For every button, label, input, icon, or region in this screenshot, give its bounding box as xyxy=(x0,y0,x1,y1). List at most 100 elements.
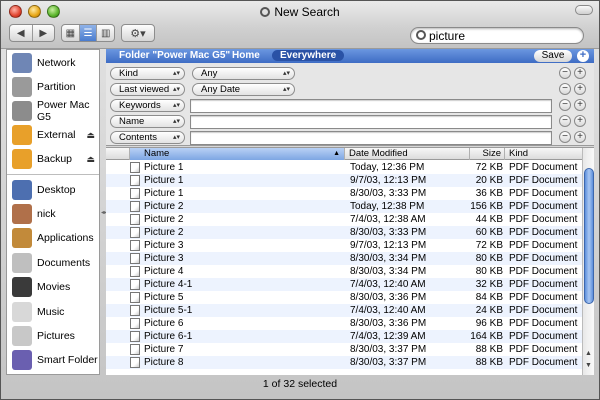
table-row[interactable]: Picture 3 8/30/03, 3:34 PM 80 KB PDF Docume… xyxy=(106,252,582,265)
column-header-size[interactable]: Size xyxy=(470,148,505,160)
table-row[interactable]: Picture 8 8/30/03, 3:37 PM 88 KB PDF Docume… xyxy=(106,356,582,369)
sidebar-item-label: Desktop xyxy=(37,184,76,196)
table-row[interactable]: Picture 6 8/30/03, 3:36 PM 96 KB PDF Docume… xyxy=(106,317,582,330)
cell-date: 7/4/03, 12:39 AM xyxy=(350,331,426,342)
add-criteria-button[interactable]: + xyxy=(577,50,589,62)
search-field[interactable] xyxy=(410,27,584,44)
eject-icon[interactable]: ⏏ xyxy=(86,130,95,141)
table-row[interactable]: Picture 1 8/30/03, 3:33 PM 36 KB PDF Docume… xyxy=(106,187,582,200)
add-criteria-row-button[interactable]: + xyxy=(574,115,586,127)
scrollbar-thumb[interactable] xyxy=(584,168,594,304)
cell-size: 156 KB xyxy=(470,201,503,212)
sidebar-item-partition[interactable]: Partition xyxy=(7,75,99,99)
criteria-attribute-popup[interactable]: Name ▴▾ xyxy=(110,115,185,128)
criteria-row: Keywords ▴▾ − + xyxy=(106,98,594,114)
sidebar-item-nick[interactable]: nick xyxy=(7,202,99,226)
column-header-date[interactable]: Date Modified xyxy=(345,148,470,160)
scope-everywhere[interactable]: Everywhere xyxy=(272,50,345,61)
scroll-down-arrow-icon[interactable]: ▼ xyxy=(583,362,594,369)
action-menu-button[interactable]: ⚙▾ xyxy=(121,24,155,42)
add-criteria-row-button[interactable]: + xyxy=(574,83,586,95)
add-criteria-row-button[interactable]: + xyxy=(574,131,586,143)
criteria-attribute-popup[interactable]: Contents ▴▾ xyxy=(110,131,185,144)
table-row[interactable]: Picture 5-1 7/4/03, 12:40 AM 24 KB PDF Docu… xyxy=(106,304,582,317)
remove-criteria-button[interactable]: − xyxy=(559,115,571,127)
gear-icon: ⚙▾ xyxy=(130,27,146,40)
cell-kind: PDF Document xyxy=(509,188,578,199)
criteria-row: Name ▴▾ − + xyxy=(106,114,594,130)
table-row[interactable]: Picture 2 Today, 12:38 PM 156 KB PDF Docume… xyxy=(106,200,582,213)
sidebar-item-desktop[interactable]: Desktop xyxy=(7,178,99,202)
table-row[interactable]: Picture 7 8/30/03, 3:37 PM 88 KB PDF Docume… xyxy=(106,343,582,356)
table-row[interactable]: Picture 1 Today, 12:36 PM 72 KB PDF Documen… xyxy=(106,161,582,174)
sidebar-item-movies[interactable]: Movies xyxy=(7,275,99,299)
search-icon xyxy=(260,7,271,17)
pdf-file-icon xyxy=(130,331,140,342)
remove-criteria-button[interactable]: − xyxy=(559,99,571,111)
sidebar-item-backup[interactable]: Backup ⏏ xyxy=(7,147,99,171)
cell-name: Picture 5 xyxy=(144,292,184,303)
table-row[interactable]: Picture 4-1 7/4/03, 12:40 AM 32 KB PDF Docu… xyxy=(106,278,582,291)
table-row[interactable]: Picture 3 9/7/03, 12:13 PM 72 KB PDF Docume… xyxy=(106,239,582,252)
sidebar-item-label: Pictures xyxy=(37,330,75,342)
table-row[interactable]: Picture 2 8/30/03, 3:33 PM 60 KB PDF Docume… xyxy=(106,226,582,239)
cell-size: 72 KB xyxy=(475,162,503,173)
cell-name: Picture 6-1 xyxy=(144,331,193,342)
sidebar-item-music[interactable]: Music xyxy=(7,300,99,324)
sidebar-item-smart-folder[interactable]: Smart Folder xyxy=(7,348,99,372)
criteria-text-field[interactable] xyxy=(190,99,552,113)
criteria-attribute-label: Last viewed xyxy=(119,84,170,95)
eject-icon[interactable]: ⏏ xyxy=(86,154,95,165)
toolbar-toggle-button[interactable] xyxy=(575,5,593,15)
back-button[interactable]: ◀ xyxy=(10,25,33,41)
vertical-scrollbar[interactable]: ▲ ▼ xyxy=(582,148,594,375)
search-input[interactable] xyxy=(429,29,579,42)
window-title: New Search xyxy=(1,5,599,19)
table-row[interactable]: Picture 4 8/30/03, 3:34 PM 80 KB PDF Docume… xyxy=(106,265,582,278)
scope-folder[interactable]: Folder "Power Mac G5" xyxy=(119,50,230,61)
sidebar-item-documents[interactable]: Documents xyxy=(7,251,99,275)
cell-size: 96 KB xyxy=(475,318,503,329)
remove-criteria-button[interactable]: − xyxy=(559,131,571,143)
criteria-text-field[interactable] xyxy=(190,115,552,129)
criteria-attribute-popup[interactable]: Kind ▴▾ xyxy=(110,67,185,80)
save-search-button[interactable]: Save xyxy=(534,50,572,62)
cell-kind: PDF Document xyxy=(509,279,578,290)
criteria-value-popup[interactable]: Any Date ▴▾ xyxy=(192,83,295,96)
forward-button[interactable]: ▶ xyxy=(33,25,55,41)
column-header-name[interactable]: Name ▲ xyxy=(130,148,345,160)
pdf-file-icon xyxy=(130,162,140,173)
table-row[interactable]: Picture 2 7/4/03, 12:38 AM 44 KB PDF Docume… xyxy=(106,213,582,226)
results-list: Name ▲ Date Modified Size Kind Picture 1… xyxy=(106,147,594,375)
pdf-file-icon xyxy=(130,305,140,316)
column-view-button[interactable]: ▥ xyxy=(97,25,114,41)
sidebar-item-external[interactable]: External ⏏ xyxy=(7,123,99,147)
list-view-button[interactable]: ☰ xyxy=(79,25,98,41)
scope-home[interactable]: Home xyxy=(232,50,260,61)
criteria-attribute-label: Keywords xyxy=(119,100,161,111)
criteria-value-popup[interactable]: Any ▴▾ xyxy=(192,67,295,80)
cell-name: Picture 3 xyxy=(144,240,184,251)
add-criteria-row-button[interactable]: + xyxy=(574,67,586,79)
criteria-attribute-popup[interactable]: Keywords ▴▾ xyxy=(110,99,185,112)
home-icon xyxy=(12,204,32,224)
table-row[interactable]: Picture 6-1 7/4/03, 12:39 AM 164 KB PDF Doc… xyxy=(106,330,582,343)
sidebar-item-power-mac-g5[interactable]: Power Mac G5 xyxy=(7,99,99,123)
add-criteria-row-button[interactable]: + xyxy=(574,99,586,111)
column-header-kind[interactable]: Kind xyxy=(505,148,582,160)
scroll-up-arrow-icon[interactable]: ▲ xyxy=(583,350,594,357)
remove-criteria-button[interactable]: − xyxy=(559,83,571,95)
column-view-icon: ▥ xyxy=(100,27,111,39)
sidebar-item-applications[interactable]: Applications xyxy=(7,226,99,250)
table-row[interactable]: Picture 5 8/30/03, 3:36 PM 84 KB PDF Docume… xyxy=(106,291,582,304)
table-row[interactable]: Picture 1 9/7/03, 12:13 PM 20 KB PDF Docume… xyxy=(106,174,582,187)
sidebar: Network Partition Power Mac G5 External ⏏ Bac… xyxy=(6,49,100,375)
sidebar-item-pictures[interactable]: Pictures xyxy=(7,324,99,348)
criteria-text-field[interactable] xyxy=(190,131,552,145)
cell-kind: PDF Document xyxy=(509,331,578,342)
criteria-attribute-popup[interactable]: Last viewed ▴▾ xyxy=(110,83,185,96)
sidebar-item-network[interactable]: Network xyxy=(7,51,99,75)
column-header-size-label: Size xyxy=(482,148,501,159)
icon-view-button[interactable]: ▦ xyxy=(62,25,80,41)
remove-criteria-button[interactable]: − xyxy=(559,67,571,79)
